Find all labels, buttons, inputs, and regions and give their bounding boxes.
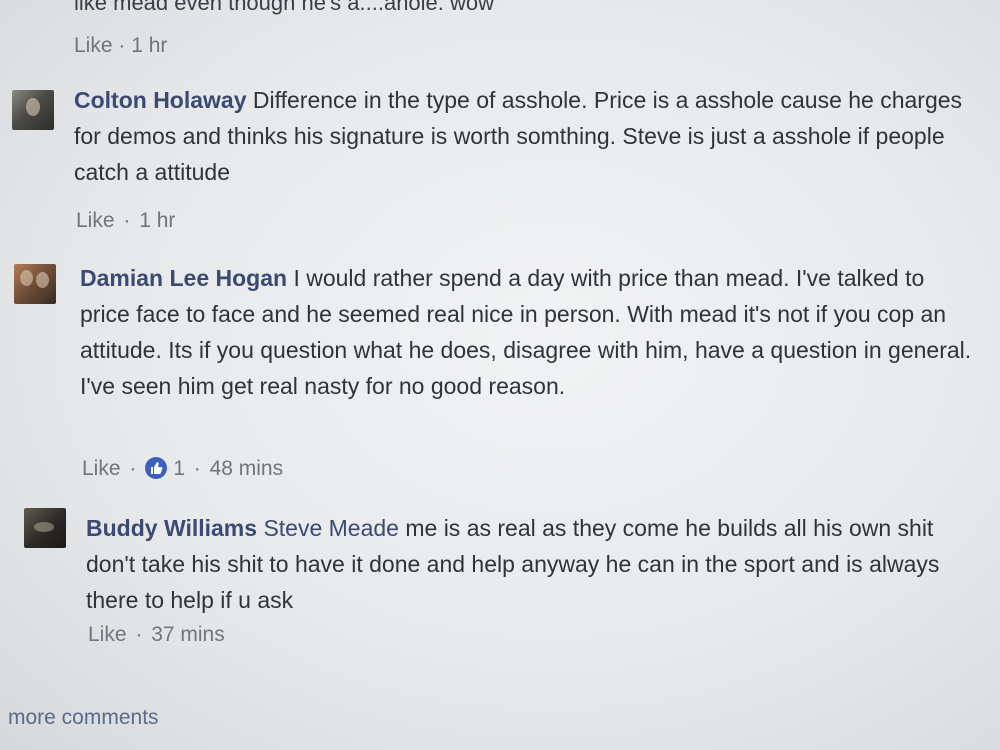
timestamp: 1 hr [139,209,176,232]
like-link[interactable]: Like [88,623,127,646]
comment-meta: Like · 1 hr [76,209,176,232]
previous-comment-meta: Like · 1 hr [74,34,168,57]
like-link[interactable]: Like [76,209,115,232]
reaction-count[interactable]: 1 [173,457,185,480]
author-name[interactable]: Buddy Williams [86,515,257,541]
avatar[interactable] [14,264,56,304]
previous-comment-text: like mead even though he's a....anole. w… [74,0,495,15]
mention-link[interactable]: Steve Meade [263,515,399,541]
timestamp: 48 mins [209,457,284,480]
like-link[interactable]: Like [82,457,121,480]
comment-meta: Like · 37 mins [88,623,225,646]
avatar[interactable] [12,90,54,130]
comment-text: Colton Holaway Difference in the type of… [74,82,974,190]
timestamp: 37 mins [151,623,225,646]
timestamp: 1 hr [131,34,168,57]
like-link[interactable]: Like [74,34,113,57]
comment-thread: like mead even though he's a....anole. w… [0,0,1000,750]
more-comments-link[interactable]: more comments [8,706,159,730]
comment-text: Buddy Williams Steve Meade me is as real… [86,510,976,618]
author-name[interactable]: Colton Holaway [74,87,247,113]
avatar[interactable] [24,508,66,548]
thumbs-up-icon [145,457,168,479]
comment-meta: Like · 1 · 48 mins [82,457,284,480]
comment-text: Damian Lee Hogan I would rather spend a … [80,260,980,404]
author-name[interactable]: Damian Lee Hogan [80,265,287,291]
